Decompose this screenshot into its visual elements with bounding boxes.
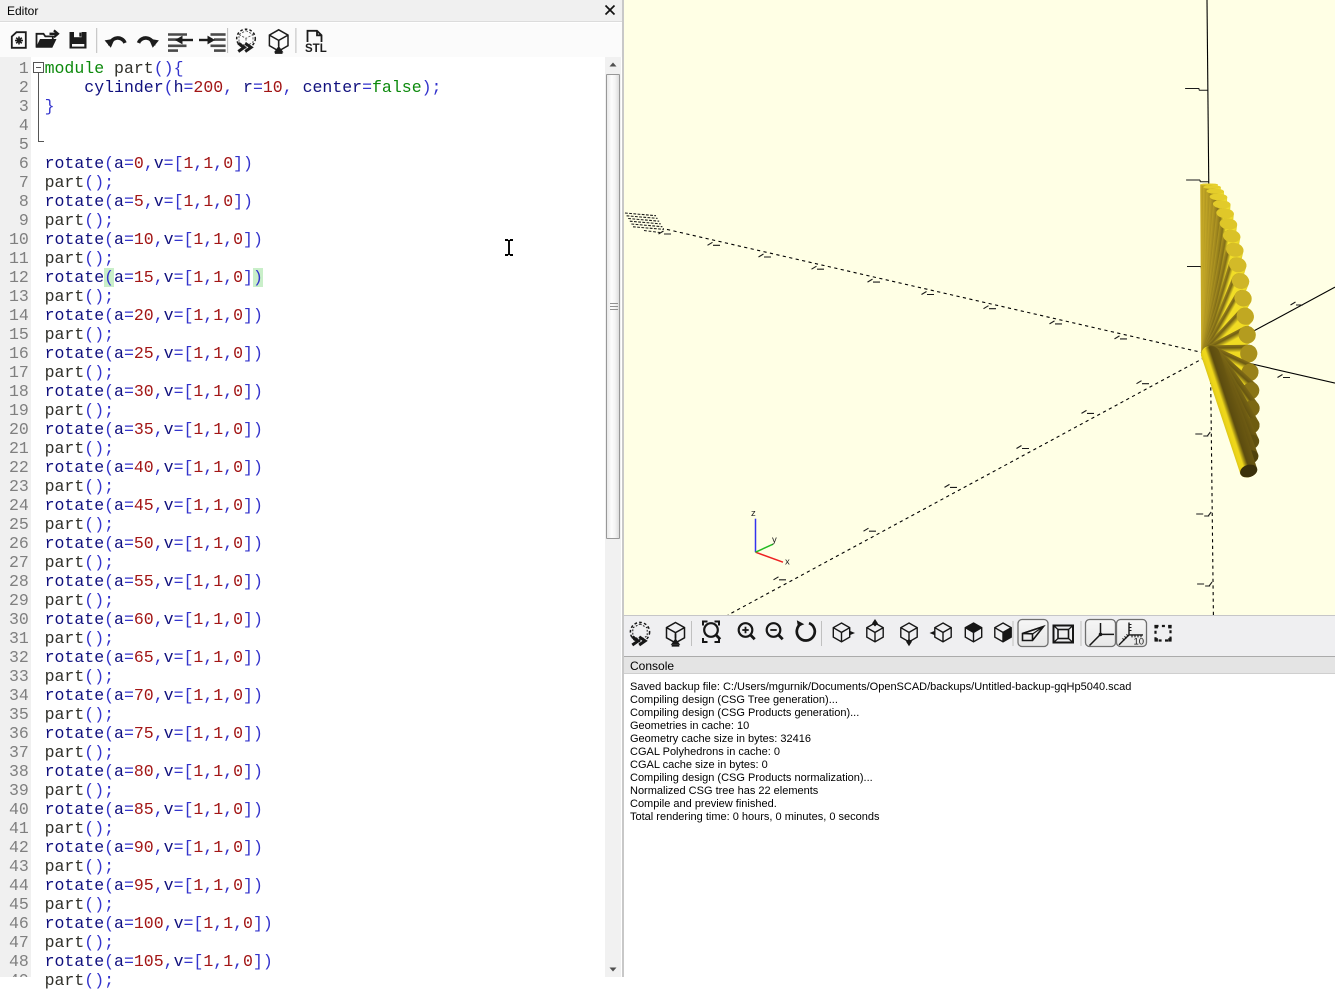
svg-text:z: z [751,508,756,519]
svg-text:x: x [785,557,790,568]
svg-text:STL: STL [305,43,327,55]
svg-text:10: 10 [1134,637,1145,648]
svg-text:y: y [772,535,777,546]
